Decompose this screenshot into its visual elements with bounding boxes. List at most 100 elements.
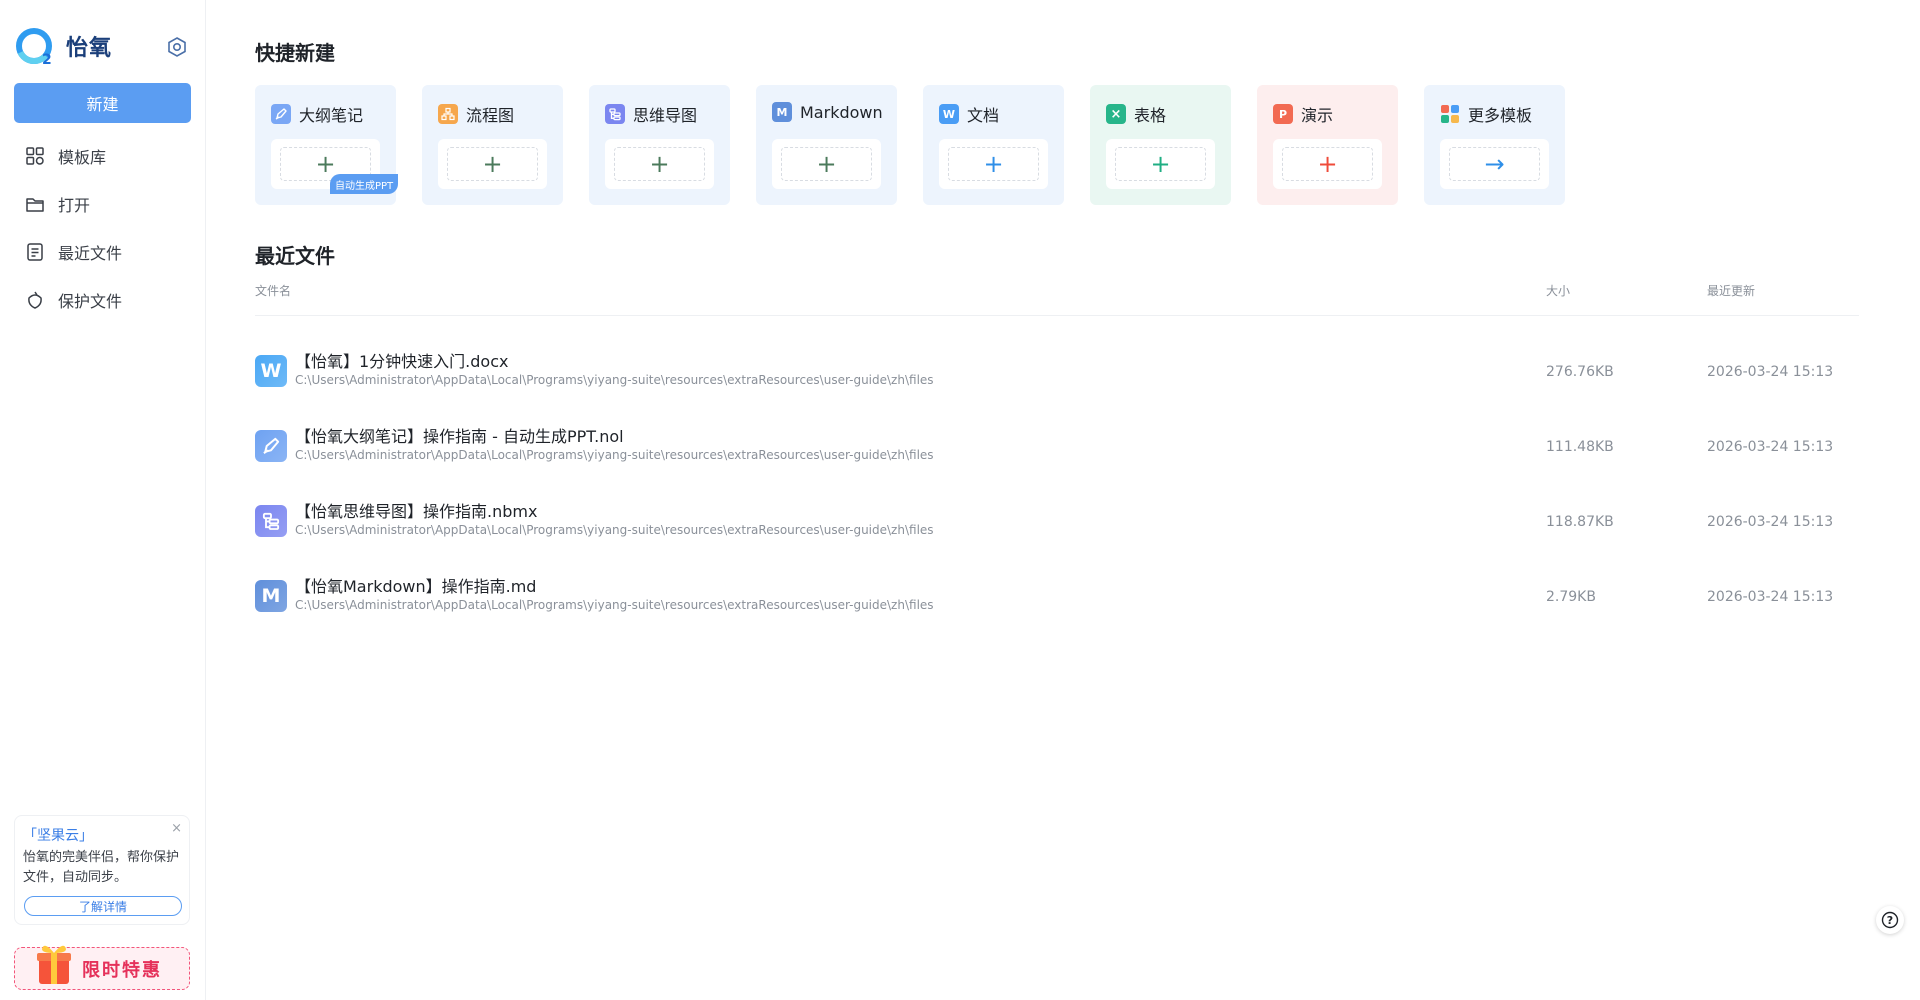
quick-create-add-area[interactable]: +	[605, 139, 714, 189]
sidebar-item-open[interactable]: 打开	[14, 180, 194, 228]
quick-create-card-header: W 文档	[939, 102, 999, 126]
file-name: 【怡氧Markdown】操作指南.md	[295, 577, 537, 596]
sidebar-item-label: 最近文件	[58, 244, 123, 263]
file-size: 276.76KB	[1546, 364, 1614, 380]
flowchart-icon	[438, 104, 458, 124]
quick-create-add-area[interactable]: +	[438, 139, 547, 189]
quick-create-card-4[interactable]: W 文档 +	[923, 85, 1064, 205]
quick-create-card-1[interactable]: 流程图 +	[422, 85, 563, 205]
file-name: 【怡氧大纲笔记】操作指南 - 自动生成PPT.nol	[295, 427, 624, 446]
quick-create-label: 流程图	[466, 106, 515, 125]
recent-document-icon	[24, 241, 46, 263]
sidebar-item-protect[interactable]: 保护文件	[14, 276, 194, 324]
file-path: C:\Users\Administrator\AppData\Local\Pro…	[295, 598, 934, 612]
word-file-icon: W	[255, 355, 287, 387]
outline-note-icon	[271, 104, 291, 124]
recent-file-row[interactable]: 【怡氧思维导图】操作指南.nbmx C:\Users\Administrator\…	[255, 492, 1859, 566]
auto-ppt-badge: 自动生成PPT	[330, 174, 399, 194]
quick-create-title: 快捷新建	[255, 41, 335, 65]
sidebar-item-label: 保护文件	[58, 292, 123, 311]
quick-create-add-area[interactable]: +	[939, 139, 1048, 189]
quick-create-label: 思维导图	[633, 106, 698, 125]
quick-create-card-header: × 表格	[1106, 102, 1166, 126]
promo-card: 「坚果云」 × 怡氧的完美伴侣，帮你保护文件，自动同步。 了解详情	[14, 815, 190, 925]
recent-file-row[interactable]: M 【怡氧Markdown】操作指南.md C:\Users\Administrat…	[255, 567, 1859, 641]
plus-icon: +	[781, 147, 872, 181]
recent-file-row[interactable]: W 【怡氧】1分钟快速入门.docx C:\Users\Administrator\…	[255, 342, 1859, 416]
app-window: 2 怡氧 新建 模板库 打开 最近文件 保护文件 「坚果云」 × 怡氧的完美伴侣…	[0, 0, 1920, 1000]
app-name: 怡氧	[66, 36, 113, 61]
markdown-file-icon: M	[255, 580, 287, 612]
file-path: C:\Users\Administrator\AppData\Local\Pro…	[295, 373, 934, 387]
new-button[interactable]: 新建	[14, 83, 191, 123]
mindmap-icon	[605, 104, 625, 124]
arrow-right-icon: →	[1449, 147, 1540, 181]
limited-offer-button[interactable]: 限时特惠	[14, 945, 190, 990]
file-path: C:\Users\Administrator\AppData\Local\Pro…	[295, 448, 934, 462]
file-size: 2.79KB	[1546, 589, 1596, 605]
quick-create-add-area[interactable]: +	[772, 139, 881, 189]
quick-create-row: 大纲笔记 + 自动生成PPT 流程图 + 思维导图 + M Markdown + W 文档 + × 表格 + P…	[255, 85, 1591, 205]
promo-details-button[interactable]: 了解详情	[24, 896, 182, 916]
spreadsheet-icon: ×	[1106, 104, 1126, 124]
plus-icon: +	[1282, 147, 1373, 181]
quick-create-add-area[interactable]: +	[1273, 139, 1382, 189]
help-icon: ?	[1881, 911, 1899, 929]
promo-description: 怡氧的完美伴侣，帮你保护文件，自动同步。	[23, 850, 180, 885]
quick-create-card-header: 大纲笔记	[271, 102, 363, 126]
file-path: C:\Users\Administrator\AppData\Local\Pro…	[295, 523, 934, 537]
presentation-icon: P	[1273, 104, 1293, 124]
file-updated: 2026-03-24 15:13	[1707, 439, 1834, 455]
app-logo-icon: 2	[16, 26, 56, 68]
plus-icon: +	[447, 147, 538, 181]
quick-create-card-2[interactable]: 思维导图 +	[589, 85, 730, 205]
file-name: 【怡氧】1分钟快速入门.docx	[295, 352, 509, 371]
hexagon-settings-icon	[168, 37, 186, 57]
close-icon[interactable]: ×	[171, 821, 182, 836]
quick-create-card-header: P 演示	[1273, 102, 1333, 126]
main-content: 快捷新建 大纲笔记 + 自动生成PPT 流程图 + 思维导图 + M Markdown + W 文档 +…	[206, 0, 1920, 1000]
sidebar-nav: 模板库 打开 最近文件 保护文件	[14, 132, 194, 324]
quick-create-label: 文档	[967, 106, 1000, 125]
quick-create-card-6[interactable]: P 演示 +	[1257, 85, 1398, 205]
recent-files-title: 最近文件	[255, 244, 335, 268]
column-header-size: 大小	[1546, 284, 1571, 298]
sidebar-item-templates[interactable]: 模板库	[14, 132, 194, 180]
svg-text:2: 2	[42, 52, 52, 66]
file-name: 【怡氧思维导图】操作指南.nbmx	[295, 502, 538, 521]
quick-create-card-header: 更多模板	[1440, 102, 1532, 126]
quick-create-card-3[interactable]: M Markdown +	[756, 85, 897, 205]
outline-note-file-icon	[255, 430, 287, 462]
recent-table-header: 文件名 大小 最近更新	[255, 282, 1859, 316]
quick-create-label: 表格	[1134, 106, 1167, 125]
sidebar-item-label: 打开	[58, 196, 91, 215]
quick-create-add-area[interactable]: +	[1106, 139, 1215, 189]
quick-create-card-header: 流程图	[438, 102, 514, 126]
plus-icon: +	[1115, 147, 1206, 181]
word-doc-icon: W	[939, 104, 959, 124]
quick-create-label: 演示	[1301, 106, 1334, 125]
template-grid-icon	[24, 145, 46, 167]
limited-offer-label: 限时特惠	[82, 959, 162, 981]
gift-icon	[37, 945, 71, 984]
column-header-updated: 最近更新	[1707, 284, 1756, 298]
more-templates-icon	[1440, 104, 1460, 124]
logo-row: 2 怡氧	[16, 26, 190, 68]
settings-button[interactable]	[164, 34, 190, 60]
quick-create-card-0[interactable]: 大纲笔记 + 自动生成PPT	[255, 85, 399, 205]
quick-create-label: 大纲笔记	[299, 106, 364, 125]
protect-file-icon	[24, 289, 46, 311]
quick-create-card-5[interactable]: × 表格 +	[1090, 85, 1231, 205]
recent-file-row[interactable]: 【怡氧大纲笔记】操作指南 - 自动生成PPT.nol C:\Users\Admin…	[255, 417, 1859, 491]
file-updated: 2026-03-24 15:13	[1707, 514, 1834, 530]
help-button[interactable]: ?	[1876, 906, 1904, 934]
plus-icon: +	[948, 147, 1039, 181]
file-size: 118.87KB	[1546, 514, 1614, 530]
quick-create-card-header: 思维导图	[605, 102, 697, 126]
quick-create-add-area[interactable]: →	[1440, 139, 1549, 189]
sidebar-item-recent[interactable]: 最近文件	[14, 228, 194, 276]
promo-title: 「坚果云」	[23, 828, 93, 844]
file-updated: 2026-03-24 15:13	[1707, 364, 1834, 380]
quick-create-card-7[interactable]: 更多模板 →	[1424, 85, 1565, 205]
file-updated: 2026-03-24 15:13	[1707, 589, 1834, 605]
